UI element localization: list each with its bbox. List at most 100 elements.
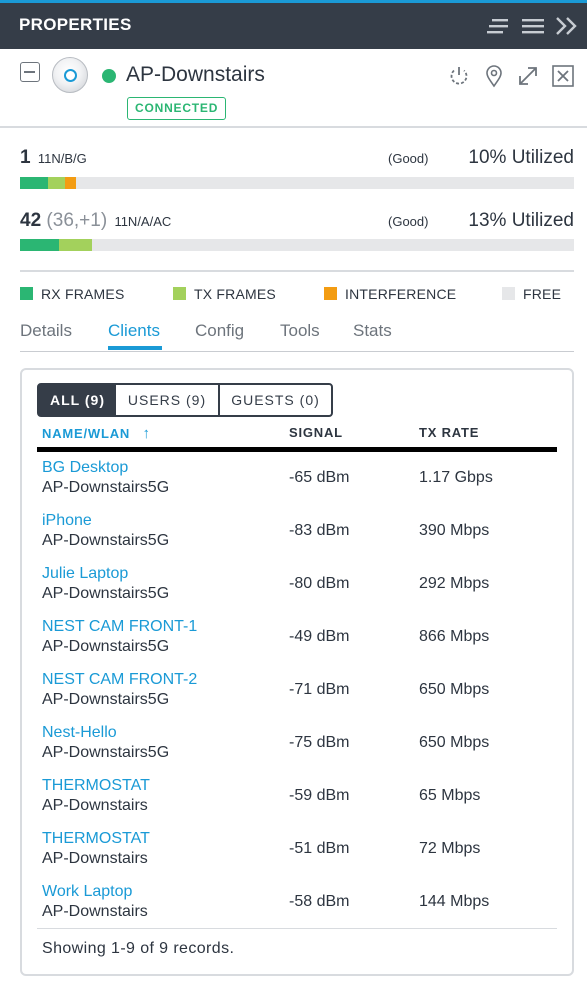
client-name-link[interactable]: BG Desktop: [42, 459, 128, 477]
client-signal: -75 dBm: [289, 734, 350, 751]
device-summary: AP-Downstairs CONNECTED: [0, 49, 587, 128]
client-tx-rate: 866 Mbps: [419, 628, 490, 645]
filter-guests-button[interactable]: GUESTS (0): [218, 383, 333, 417]
legend-interference: INTERFERENCE: [345, 286, 457, 302]
radio-utilization: 13% Utilized: [468, 210, 574, 231]
tab-stats[interactable]: Stats: [353, 321, 392, 341]
client-name-link[interactable]: THERMOSTAT: [42, 830, 150, 848]
close-icon[interactable]: [551, 64, 575, 88]
table-row[interactable]: NEST CAM FRONT-2 AP-Downstairs5G -71 dBm…: [37, 671, 557, 724]
radio-utilization: 10% Utilized: [468, 147, 574, 168]
client-signal: -49 dBm: [289, 628, 350, 645]
rx-frames-segment: [20, 239, 59, 251]
client-name-link[interactable]: THERMOSTAT: [42, 777, 150, 795]
client-wlan: AP-Downstairs: [42, 850, 148, 867]
records-summary: Showing 1-9 of 9 records.: [42, 940, 235, 957]
table-row[interactable]: NEST CAM FRONT-1 AP-Downstairs5G -49 dBm…: [37, 618, 557, 671]
column-header-name[interactable]: NAME/WLAN ↑: [42, 425, 151, 442]
radio-2g-channel: 1 11N/B/G: [20, 147, 87, 169]
client-name-link[interactable]: Nest-Hello: [42, 724, 117, 742]
client-tx-rate: 650 Mbps: [419, 734, 490, 751]
client-tx-rate: 1.17 Gbps: [419, 469, 493, 486]
client-name-link[interactable]: NEST CAM FRONT-1: [42, 618, 197, 636]
filter-users-button[interactable]: USERS (9): [116, 383, 220, 417]
radio-mode: 11N/A/AC: [114, 214, 172, 229]
table-row[interactable]: BG Desktop AP-Downstairs5G -65 dBm 1.17 …: [37, 459, 557, 512]
client-signal: -58 dBm: [289, 893, 350, 910]
expand-icon[interactable]: [516, 64, 540, 88]
tabs-divider: [20, 351, 574, 352]
interference-swatch-icon: [324, 287, 337, 300]
client-tx-rate: 390 Mbps: [419, 522, 490, 539]
client-wlan: AP-Downstairs5G: [42, 691, 170, 708]
column-header-signal[interactable]: SIGNAL: [289, 425, 343, 440]
panel-title: PROPERTIES: [19, 15, 132, 34]
divider: [20, 270, 574, 272]
client-tx-rate: 144 Mbps: [419, 893, 490, 910]
client-wlan: AP-Downstairs5G: [42, 744, 170, 761]
status-dot-icon: [102, 69, 116, 83]
client-signal: -51 dBm: [289, 840, 350, 857]
client-name-link[interactable]: Work Laptop: [42, 883, 132, 901]
rx-frames-segment: [20, 177, 48, 189]
active-tab-indicator: [108, 346, 162, 350]
column-header-tx-rate[interactable]: TX RATE: [419, 425, 479, 440]
table-row[interactable]: iPhone AP-Downstairs5G -83 dBm 390 Mbps: [37, 512, 557, 565]
tx-frames-segment: [59, 239, 92, 251]
tab-details[interactable]: Details: [20, 321, 72, 341]
device-name: AP-Downstairs: [126, 63, 265, 86]
table-row[interactable]: THERMOSTAT AP-Downstairs -59 dBm 65 Mbps: [37, 777, 557, 830]
table-row[interactable]: Nest-Hello AP-Downstairs5G -75 dBm 650 M…: [37, 724, 557, 777]
client-tx-rate: 72 Mbps: [419, 840, 481, 857]
filter-all-button[interactable]: ALL (9): [37, 383, 118, 417]
locate-pin-icon[interactable]: [482, 64, 506, 88]
menu-icon[interactable]: [521, 15, 545, 37]
client-tx-rate: 650 Mbps: [419, 681, 490, 698]
client-wlan: AP-Downstairs5G: [42, 585, 170, 602]
radio-usage-bar: [20, 239, 574, 251]
table-row[interactable]: THERMOSTAT AP-Downstairs -51 dBm 72 Mbps: [37, 830, 557, 883]
legend-tx-frames: TX FRAMES: [194, 286, 276, 302]
client-wlan: AP-Downstairs5G: [42, 479, 170, 496]
client-name-link[interactable]: Julie Laptop: [42, 565, 128, 583]
footer-divider: [37, 928, 557, 929]
client-name-link[interactable]: NEST CAM FRONT-2: [42, 671, 197, 689]
tab-config[interactable]: Config: [195, 321, 244, 341]
client-tx-rate: 65 Mbps: [419, 787, 481, 804]
collapse-toggle-icon[interactable]: [20, 62, 40, 82]
client-wlan: AP-Downstairs: [42, 903, 148, 920]
properties-header: PROPERTIES: [0, 3, 587, 49]
client-signal: -65 dBm: [289, 469, 350, 486]
restart-icon[interactable]: [447, 64, 471, 88]
column-header-name-label: NAME/WLAN: [42, 426, 131, 441]
tab-clients[interactable]: Clients: [108, 321, 160, 341]
interference-segment: [65, 177, 76, 189]
client-wlan: AP-Downstairs: [42, 797, 148, 814]
radio-channel-extra: (36,+1): [46, 210, 108, 231]
radio-channel: 42: [20, 210, 42, 231]
client-signal: -83 dBm: [289, 522, 350, 539]
collapse-panel-icon[interactable]: [555, 15, 579, 37]
client-signal: -71 dBm: [289, 681, 350, 698]
tab-tools[interactable]: Tools: [280, 321, 320, 341]
client-name-link[interactable]: iPhone: [42, 512, 92, 530]
client-wlan: AP-Downstairs5G: [42, 532, 170, 549]
client-wlan: AP-Downstairs5G: [42, 638, 170, 655]
tx-swatch-icon: [173, 287, 186, 300]
table-row[interactable]: Julie Laptop AP-Downstairs5G -80 dBm 292…: [37, 565, 557, 618]
radio-mode: 11N/B/G: [37, 151, 87, 166]
radio-quality: (Good): [388, 214, 429, 229]
client-signal: -80 dBm: [289, 575, 350, 592]
client-tx-rate: 292 Mbps: [419, 575, 490, 592]
tx-frames-segment: [48, 177, 65, 189]
radio-quality: (Good): [388, 151, 429, 166]
sort-ascending-icon[interactable]: ↑: [143, 425, 151, 442]
align-lines-icon[interactable]: [486, 15, 510, 37]
client-signal: -59 dBm: [289, 787, 350, 804]
rx-swatch-icon: [20, 287, 33, 300]
free-swatch-icon: [502, 287, 515, 300]
radio-channel: 1: [20, 147, 31, 168]
header-rule: [37, 447, 557, 452]
radio-5g-channel: 42 (36,+1) 11N/A/AC: [20, 210, 171, 232]
access-point-icon: [52, 57, 88, 93]
